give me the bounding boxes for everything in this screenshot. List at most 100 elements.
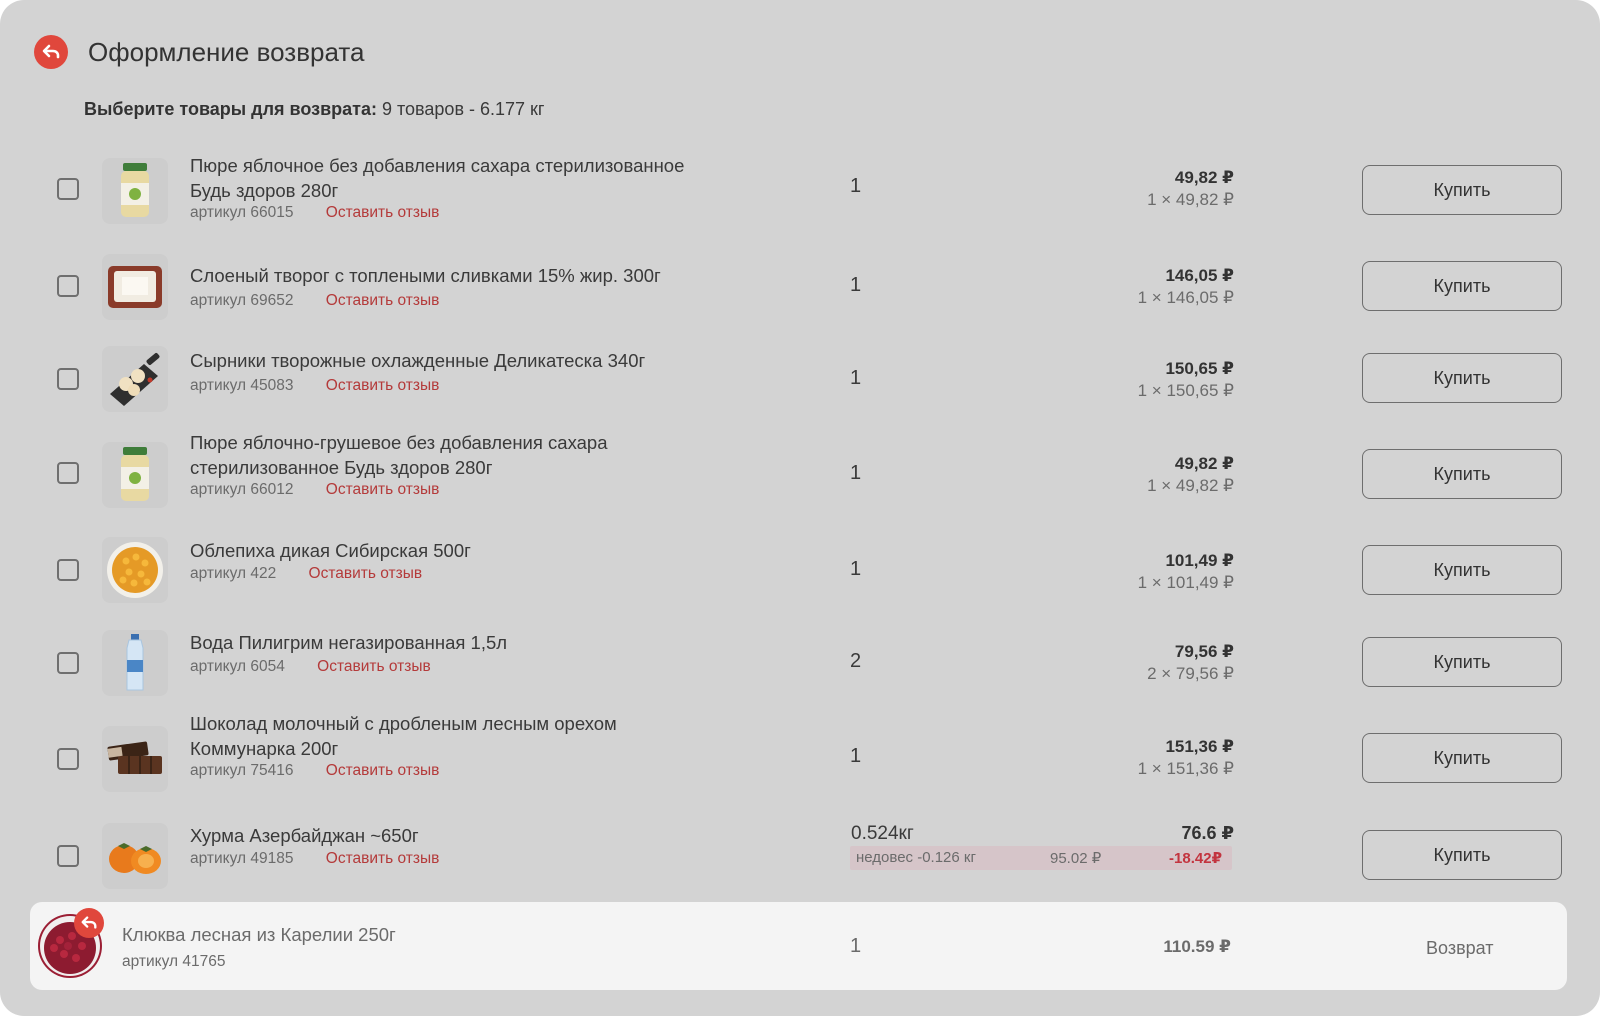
item-quantity: 1 [850, 367, 862, 389]
item-quantity: 1 [850, 462, 862, 484]
underweight-label: недовес -0.126 кг [856, 849, 976, 866]
item-price: 150,65 ₽ [1165, 359, 1234, 378]
select-checkbox[interactable] [57, 275, 79, 297]
item-quantity: 2 [850, 650, 862, 672]
list-item: Пюре яблочное без добавления сахара стер… [0, 148, 1600, 238]
item-price: 151,36 ₽ [1165, 737, 1234, 756]
item-meta: артикул 49185 Оставить отзыв [190, 850, 439, 868]
buy-button[interactable]: Купить [1362, 733, 1562, 783]
list-item: Шоколад молочный с дробленым лесным орех… [0, 713, 1600, 804]
item-article: артикул 75416 [190, 762, 294, 779]
item-price: 101,49 ₽ [1165, 551, 1234, 570]
product-image [102, 254, 168, 320]
item-article: артикул 69652 [190, 292, 294, 309]
item-meta: артикул 75416 Оставить отзыв [190, 762, 439, 780]
buy-button[interactable]: Купить [1362, 545, 1562, 595]
item-price: 146,05 ₽ [1165, 266, 1234, 285]
item-quantity: 1 [850, 274, 862, 296]
leave-review-link[interactable]: Оставить отзыв [317, 658, 431, 675]
selection-count: 9 товаров - 6.177 кг [381, 99, 545, 119]
item-price: 49,82 ₽ [1174, 454, 1234, 473]
buy-button[interactable]: Купить [1362, 353, 1562, 403]
item-article: артикул 41765 [122, 953, 226, 970]
return-status: Возврат [1426, 938, 1494, 958]
returned-item: Клюква лесная из Карелии 250г артикул 41… [30, 902, 1567, 990]
underweight-difference: -18.42₽ [1169, 850, 1222, 867]
item-article: артикул 49185 [190, 850, 294, 867]
list-item: Сырники творожные охлажденные Деликатеск… [0, 343, 1600, 413]
item-name: Пюре яблочное без добавления сахара стер… [190, 155, 685, 201]
product-image [102, 726, 168, 792]
leave-review-link[interactable]: Оставить отзыв [326, 481, 440, 498]
item-price: 110.59 ₽ [1163, 937, 1231, 956]
select-checkbox[interactable] [57, 178, 79, 200]
product-image [102, 537, 168, 603]
item-name: Облепиха дикая Сибирская 500г [190, 540, 471, 561]
underweight-original-price: 95.02 ₽ [1050, 850, 1102, 867]
select-checkbox[interactable] [57, 748, 79, 770]
select-checkbox[interactable] [57, 652, 79, 674]
leave-review-link[interactable]: Оставить отзыв [326, 850, 440, 867]
buy-button[interactable]: Купить [1362, 830, 1562, 880]
item-name: Шоколад молочный с дробленым лесным орех… [190, 713, 617, 759]
list-item: Хурма Азербайджан ~650г артикул 49185 Ос… [0, 822, 1600, 892]
item-price: 76.6 ₽ [1181, 823, 1234, 843]
item-meta: артикул 69652 Оставить отзыв [190, 292, 439, 310]
select-checkbox[interactable] [57, 559, 79, 581]
item-meta: артикул 45083 Оставить отзыв [190, 377, 439, 395]
item-article: артикул 66012 [190, 481, 294, 498]
item-name: Вода Пилигрим негазированная 1,5л [190, 632, 508, 653]
item-name: Слоеный творог с топлеными сливками 15% … [190, 265, 661, 286]
item-name: Клюква лесная из Карелии 250г [122, 924, 396, 945]
item-meta: артикул 66015 Оставить отзыв [190, 204, 439, 222]
buy-button[interactable]: Купить [1362, 165, 1562, 215]
returned-badge [74, 908, 104, 938]
item-price: 79,56 ₽ [1174, 642, 1234, 661]
item-unit-price: 1 × 150,65 ₽ [1137, 381, 1234, 400]
item-unit-price: 1 × 49,82 ₽ [1147, 476, 1234, 495]
list-item: Слоеный творог с топлеными сливками 15% … [0, 252, 1600, 322]
list-item: Облепиха дикая Сибирская 500г артикул 42… [0, 535, 1600, 605]
item-name: Сырники творожные охлажденные Деликатеск… [190, 350, 646, 371]
product-image [102, 346, 168, 412]
leave-review-link[interactable]: Оставить отзыв [309, 565, 423, 582]
item-quantity: 1 [850, 745, 862, 767]
list-item: Вода Пилигрим негазированная 1,5л артику… [0, 628, 1600, 698]
item-article: артикул 6054 [190, 658, 285, 675]
buy-button[interactable]: Купить [1362, 449, 1562, 499]
item-quantity: 1 [850, 935, 862, 957]
item-unit-price: 1 × 146,05 ₽ [1137, 288, 1234, 307]
select-checkbox[interactable] [57, 368, 79, 390]
select-checkbox[interactable] [57, 462, 79, 484]
leave-review-link[interactable]: Оставить отзыв [326, 762, 440, 779]
item-quantity: 1 [850, 558, 862, 580]
select-checkbox[interactable] [57, 845, 79, 867]
product-image [102, 158, 168, 224]
list-item: Пюре яблочно-грушевое без добавления сах… [0, 432, 1600, 522]
item-quantity: 1 [850, 175, 862, 197]
item-unit-price: 1 × 49,82 ₽ [1147, 190, 1234, 209]
item-unit-price: 1 × 151,36 ₽ [1137, 759, 1234, 778]
undo-arrow-icon [81, 916, 97, 929]
item-meta: артикул 66012 Оставить отзыв [190, 481, 439, 499]
buy-button[interactable]: Купить [1362, 261, 1562, 311]
leave-review-link[interactable]: Оставить отзыв [326, 204, 440, 221]
item-name: Пюре яблочно-грушевое без добавления сах… [190, 432, 608, 478]
product-image [102, 630, 168, 696]
product-image [102, 823, 168, 889]
item-article: артикул 66015 [190, 204, 294, 221]
buy-button[interactable]: Купить [1362, 637, 1562, 687]
item-meta: артикул 422 Оставить отзыв [190, 565, 422, 583]
leave-review-link[interactable]: Оставить отзыв [326, 377, 440, 394]
back-button[interactable] [34, 35, 68, 69]
leave-review-link[interactable]: Оставить отзыв [326, 292, 440, 309]
product-image [102, 442, 168, 508]
header: Оформление возврата [34, 30, 364, 74]
item-meta: артикул 6054 Оставить отзыв [190, 658, 431, 676]
underweight-notice: недовес -0.126 кг 95.02 ₽ -18.42₽ [850, 846, 1232, 870]
item-name: Хурма Азербайджан ~650г [190, 825, 419, 846]
selection-summary: Выберите товары для возврата: 9 товаров … [84, 99, 545, 120]
page-title: Оформление возврата [88, 36, 365, 67]
item-unit-price: 1 × 101,49 ₽ [1137, 573, 1234, 592]
item-price: 49,82 ₽ [1174, 168, 1234, 187]
